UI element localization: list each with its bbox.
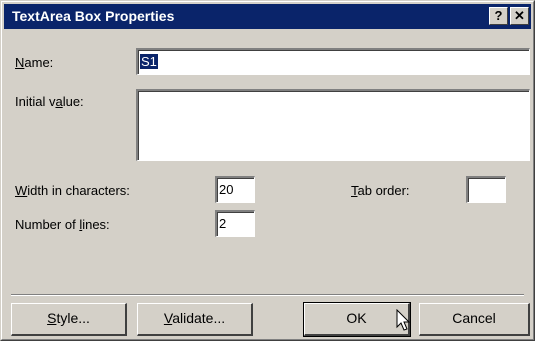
width-label: Width in characters: — [15, 183, 130, 198]
dialog-title: TextArea Box Properties — [12, 8, 175, 24]
name-label: Name: — [15, 55, 54, 70]
tab-order-label: Tab order: — [351, 183, 410, 198]
cancel-button[interactable]: Cancel — [419, 303, 530, 336]
tab-order-input[interactable] — [466, 176, 506, 203]
mouse-pointer-icon — [396, 309, 411, 331]
name-value: S1 — [140, 54, 158, 69]
width-value: 20 — [219, 182, 234, 197]
close-button[interactable]: ✕ — [510, 7, 529, 25]
lines-input[interactable]: 2 — [215, 210, 255, 237]
validate-button[interactable]: Validate... — [137, 303, 253, 336]
initial-value-label: Initial value: — [15, 94, 84, 109]
separator-highlight — [11, 295, 524, 296]
initial-value-textarea[interactable] — [136, 89, 530, 161]
help-icon: ? — [494, 8, 503, 23]
lines-value: 2 — [219, 216, 227, 231]
dialog-window: TextArea Box Properties ? ✕ Name: S1 Ini… — [0, 0, 535, 341]
title-bar: TextArea Box Properties ? ✕ — [4, 4, 531, 29]
lines-label: Number of lines: — [15, 217, 110, 232]
style-button[interactable]: Style... — [11, 303, 127, 336]
name-input[interactable]: S1 — [136, 48, 530, 75]
width-input[interactable]: 20 — [215, 176, 255, 203]
ok-button[interactable]: OK — [303, 302, 411, 337]
close-icon: ✕ — [514, 8, 525, 23]
help-button[interactable]: ? — [489, 7, 508, 25]
